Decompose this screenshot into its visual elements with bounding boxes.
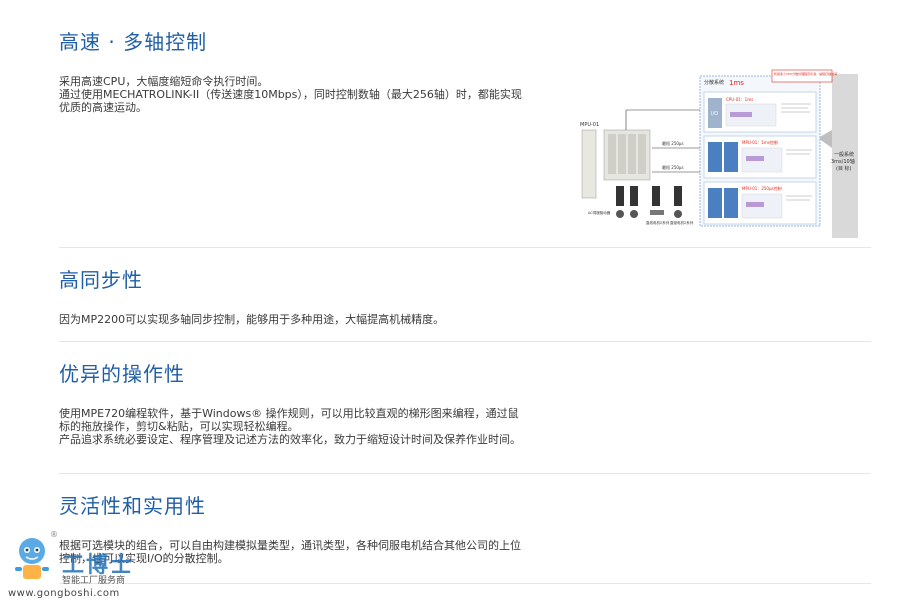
diagram-note: 利用多个CPU分散处理程序负载，缩短扫描时间 xyxy=(774,71,837,76)
row-2-block-b xyxy=(724,142,738,172)
rack-slot-3 xyxy=(628,134,636,174)
speed-label-2: 最短 250μs xyxy=(662,164,684,170)
motor-2 xyxy=(630,210,638,218)
section-title: 优异的操作性 xyxy=(59,362,185,386)
diagram-title-value: 1ms xyxy=(729,79,744,87)
watermark-subtitle: 智能工厂服务商 xyxy=(62,576,126,586)
drive-3 xyxy=(652,186,660,206)
paragraph: 通过使用MECHATROLINK-II（传送速度10Mbps），同时控制数轴（最… xyxy=(59,88,522,114)
row-3: MPU-01：250μs控制 xyxy=(703,181,817,225)
paragraph: 产品追求系统必要设定、程序管理及记述方法的效率化，致力于缩短设计时间及保养作业时… xyxy=(59,433,521,446)
row-1-cpu-label: CPU-01：1ms xyxy=(726,97,753,102)
row-2: MPU-01：1ms控制 xyxy=(703,135,817,179)
side-label-2: 3ms/10轴 xyxy=(831,158,855,165)
row-2-bar xyxy=(746,156,764,161)
divider xyxy=(59,583,871,584)
paragraph: 采用高速CPU，大幅度缩短命令执行时间。 xyxy=(59,75,269,88)
row-3-mpu-label: MPU-01：250μs控制 xyxy=(742,185,782,191)
side-label-3: (目 标) xyxy=(836,165,852,172)
watermark: ® 工博士 智能工厂服务商 www.gongboshi.com xyxy=(0,525,160,614)
motor-4 xyxy=(674,210,682,218)
divider xyxy=(59,473,871,474)
section-body: 使用MPE720编程软件，基于Windows® 操作规则，可以用比较直观的梯形图… xyxy=(59,407,529,446)
paragraph: 使用MPE720编程软件，基于Windows® 操作规则，可以用比较直观的梯形图… xyxy=(59,407,519,433)
row-3-block-a xyxy=(708,188,722,218)
section-title: 高速 · 多轴控制 xyxy=(59,30,208,54)
robot-logo-icon xyxy=(15,538,49,579)
drive-1 xyxy=(616,186,624,206)
motor-3 xyxy=(650,210,664,215)
section-title: 高同步性 xyxy=(59,268,143,292)
section-high-sync: 高同步性 因为MP2200可以实现多轴同步控制，能够用于多种用途，大幅提高机械精… xyxy=(59,268,871,326)
motor-1 xyxy=(616,210,624,218)
divider xyxy=(59,341,871,342)
section-body: 因为MP2200可以实现多轴同步控制，能够用于多种用途，大幅提高机械精度。 xyxy=(59,313,529,326)
drive-4 xyxy=(674,186,682,206)
system-diagram-svg: 一般系统 3ms/10轴 (目 标) 分散系统 1ms 利用多个CPU分散处理程… xyxy=(580,69,858,238)
section-title: 灵活性和实用性 xyxy=(59,494,206,518)
module-unit xyxy=(581,129,597,199)
rack-slot-1 xyxy=(608,134,616,174)
module-label: MPU-01 xyxy=(580,122,599,128)
section-operability: 优异的操作性 使用MPE720编程软件，基于Windows® 操作规则，可以用比… xyxy=(59,362,871,446)
registered-mark: ® xyxy=(50,530,58,539)
section-body: 采用高速CPU，大幅度缩短命令执行时间。 通过使用MECHATROLINK-II… xyxy=(59,75,529,114)
row-3-block-b xyxy=(724,188,738,218)
row-1-bar xyxy=(730,112,752,117)
row-3-bar xyxy=(746,202,764,207)
side-label-1: 一般系统 xyxy=(834,151,854,158)
watermark-url: www.gongboshi.com xyxy=(8,588,120,599)
system-diagram: 一般系统 3ms/10轴 (目 标) 分散系统 1ms 利用多个CPU分散处理程… xyxy=(576,68,860,240)
motor-label-2: 直驱电机Σ系列 xyxy=(670,220,694,225)
paragraph: 因为MP2200可以实现多轴同步控制，能够用于多种用途，大幅提高机械精度。 xyxy=(59,313,445,326)
divider xyxy=(59,247,871,248)
drive-2 xyxy=(630,186,638,206)
row-2-mpu-label: MPU-01：1ms控制 xyxy=(742,139,778,145)
ac-label: AC伺服驱动器 xyxy=(588,210,611,215)
row-2-block-a xyxy=(708,142,722,172)
row-1: I/O CPU-01：1ms xyxy=(703,91,817,133)
row-1-io-label: I/O xyxy=(711,111,718,117)
diagram-title-prefix: 分散系统 xyxy=(704,79,724,86)
motor-label-1: 直线电机Σ系列 xyxy=(646,220,670,225)
section-flexibility: 灵活性和实用性 根据可选模块的组合，可以自由构建模拟量类型，通讯类型，各种伺服电… xyxy=(59,494,871,565)
rack-slot-2 xyxy=(618,134,626,174)
rack-slot-4 xyxy=(638,134,646,174)
speed-label-1: 最短 250μs xyxy=(662,140,684,146)
